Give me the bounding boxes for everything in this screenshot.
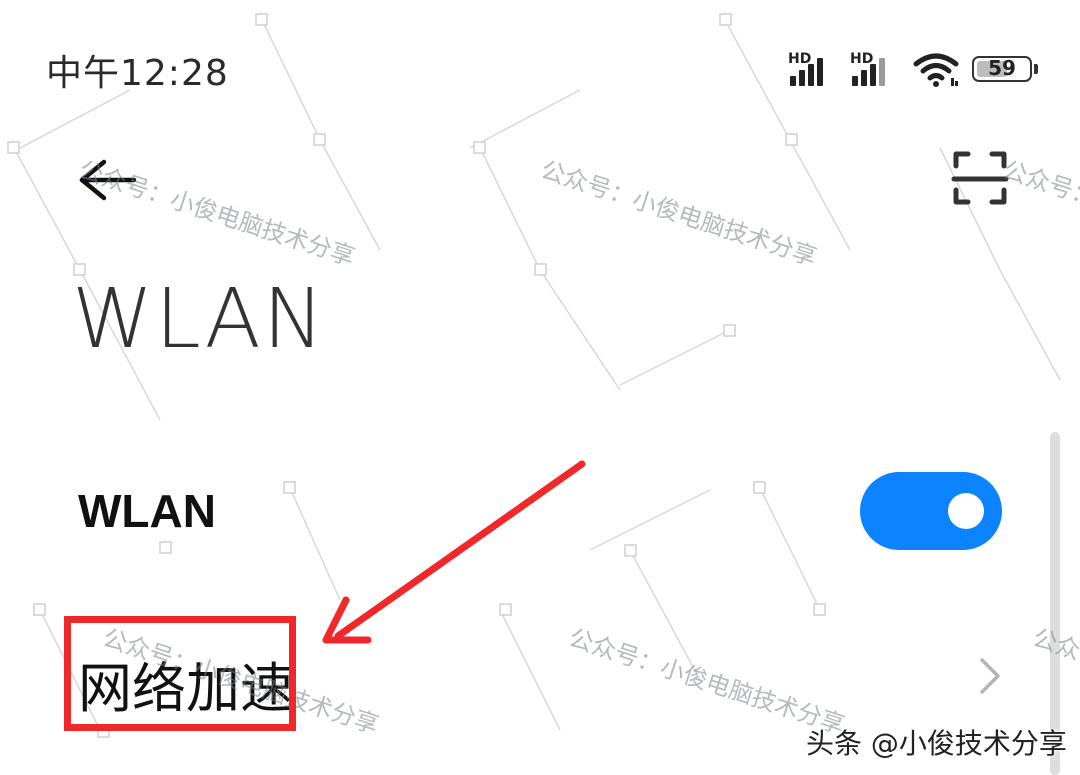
battery-icon: 59 (972, 56, 1038, 82)
network-acceleration-label: 网络加速 (78, 657, 294, 720)
wlan-toggle[interactable] (860, 472, 1002, 550)
chevron-right-icon (980, 658, 1000, 694)
signal-icon: HD (850, 52, 900, 88)
wlan-label: WLAN (78, 485, 216, 537)
back-button[interactable] (70, 148, 140, 208)
credit-watermark: 头条 @小俊技术分享 (806, 727, 1067, 760)
signal-icon: HD (788, 52, 838, 88)
scan-icon (951, 151, 1009, 205)
back-arrow-icon (79, 159, 137, 201)
battery-level: 59 (988, 56, 1016, 80)
page-title: WLAN (72, 272, 327, 367)
watermark-text: 公众号：小俊电脑技术分享 (537, 155, 821, 272)
watermark-text: 公众号：小俊电脑技术分享 (999, 155, 1080, 272)
wifi-icon (913, 53, 959, 87)
status-time: 中午12:28 (46, 53, 229, 94)
status-icons: HD HD 59 (788, 48, 1038, 88)
toggle-knob (948, 493, 984, 529)
scan-button[interactable] (950, 148, 1010, 208)
wlan-setting-row: WLAN (0, 462, 1040, 562)
